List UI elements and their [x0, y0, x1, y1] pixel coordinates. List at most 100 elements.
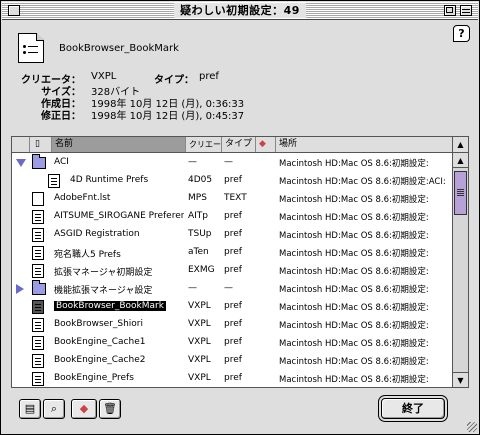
list-row[interactable]: BookBrowser_Shiori VXPL pref Macintosh HD:M… — [12, 316, 454, 334]
row-place: Macintosh HD:Mac OS 8.6:初期設定: — [279, 375, 429, 385]
row-creator: VXPL — [188, 337, 211, 347]
file-name: BookBrowser_BookMark — [59, 43, 179, 54]
document-icon: ▯ — [35, 139, 40, 149]
row-creator: aTen — [188, 247, 209, 257]
document-icon — [32, 264, 44, 278]
list-row[interactable]: 拡張マネージャ初期設定 EXMG pref Macintosh HD:Mac OS 8… — [12, 262, 454, 280]
row-name: AITSUME_SIROGANE Preferences — [54, 211, 184, 221]
help-button[interactable]: ? — [453, 25, 470, 42]
document-icon — [48, 174, 60, 188]
list-row[interactable]: BookEngine_Cache1 VXPL pref Macintosh HD:Ma… — [12, 334, 454, 352]
row-type: — — [224, 157, 233, 167]
list-row[interactable]: 機能拡張マネージャ設定 — — Macintosh HD:Mac OS 8.6:初期設… — [12, 280, 454, 298]
row-name: BookEngine_Cache1 — [54, 337, 146, 347]
row-creator: MPS — [188, 193, 207, 203]
row-creator: AITp — [188, 211, 209, 221]
row-place: Macintosh HD:Mac OS 8.6:初期設定: — [279, 267, 429, 277]
list-row[interactable]: BookEngine_Cache2 VXPL pref Macintosh HD:Ma… — [12, 352, 454, 370]
row-type: pref — [224, 319, 242, 329]
row-name: BookEngine_Prefs — [54, 373, 134, 383]
scroll-thumb[interactable] — [454, 171, 467, 215]
list-rows: ACI — — Macintosh HD:Mac OS 8.6:初期設定: 4D Run… — [12, 154, 454, 387]
document-icon — [32, 246, 44, 260]
row-name: BookBrowser_BookMark — [54, 301, 166, 311]
row-type: pref — [224, 265, 242, 275]
document-icon — [32, 210, 44, 224]
row-type: TEXT — [224, 193, 247, 203]
show-in-finder-button[interactable]: ⌕ — [43, 399, 65, 419]
done-button[interactable]: 終了 — [381, 398, 445, 419]
label-button[interactable]: ◆ — [71, 399, 97, 419]
list-header: ▯ 名前 クリエータ タイプ ◆ 場所 — [12, 137, 454, 153]
disclosure-triangle-open[interactable] — [16, 159, 26, 167]
row-place: Macintosh HD:Mac OS 8.6:初期設定: — [279, 285, 429, 295]
list-row[interactable]: 4D Runtime Prefs 4D05 pref Macintosh HD:Mac… — [12, 172, 454, 190]
modified-label: 修正日： — [41, 111, 81, 122]
scroll-down-arrow[interactable]: ▼ — [453, 372, 468, 387]
resize-grip[interactable] — [465, 420, 477, 432]
row-name: AdobeFnt.lst — [54, 193, 111, 203]
list-row[interactable]: AITSUME_SIROGANE Preferences AITp pref Maci… — [12, 208, 454, 226]
row-name: BookBrowser_Shiori — [54, 319, 143, 329]
header-name[interactable]: 名前 — [52, 137, 186, 152]
header-kind-column[interactable]: ▯ — [30, 137, 52, 152]
trash-icon: 🗑 — [103, 402, 117, 415]
document-icon — [18, 33, 44, 63]
document-icon — [32, 336, 44, 350]
vertical-scrollbar[interactable]: ▲ ▼ — [452, 153, 468, 387]
list-row[interactable]: BookBrowser_BookMark VXPL pref Macintosh HD… — [12, 298, 454, 316]
document-icon — [32, 228, 44, 242]
close-box[interactable] — [8, 5, 20, 16]
row-type: pref — [224, 247, 242, 257]
collapse-box[interactable] — [460, 5, 472, 16]
row-place: Macintosh HD:Mac OS 8.6:初期設定: — [279, 321, 429, 331]
zoom-box[interactable] — [444, 5, 456, 16]
row-creator: — — [188, 157, 197, 167]
folder-icon — [32, 154, 46, 169]
row-name: ACI — [54, 157, 69, 167]
row-type: pref — [224, 373, 242, 383]
row-place: Macintosh HD:Mac OS 8.6:初期設定: — [279, 357, 429, 367]
row-place: Macintosh HD:Mac OS 8.6:初期設定: — [279, 159, 429, 169]
info-icon: ▤ — [24, 402, 36, 415]
list-row[interactable]: BookEngine_Prefs VXPL pref Macintosh HD:Mac… — [12, 370, 454, 387]
header-type[interactable]: タイプ — [222, 137, 256, 152]
row-type: — — [224, 283, 233, 293]
row-type: pref — [224, 211, 242, 221]
text-file-icon — [32, 192, 44, 206]
document-icon — [32, 372, 44, 386]
disclosure-triangle-closed[interactable] — [16, 284, 24, 294]
row-name: 4D Runtime Prefs — [70, 175, 149, 185]
row-creator: VXPL — [188, 355, 211, 365]
row-name: ASGID Registration — [54, 229, 140, 239]
scroll-up-arrow[interactable]: ▲ — [453, 153, 468, 168]
document-icon — [32, 354, 44, 368]
document-icon — [32, 318, 44, 332]
file-list[interactable]: ▯ 名前 クリエータ タイプ ◆ 場所 ▲ ACI — — Macintosh HD:… — [11, 136, 469, 388]
row-place: Macintosh HD:Mac OS 8.6:初期設定: — [279, 213, 429, 223]
row-place: Macintosh HD:Mac OS 8.6:初期設定: — [279, 249, 429, 259]
row-creator: VXPL — [188, 301, 211, 311]
sort-direction-button[interactable]: ▲ — [452, 137, 468, 153]
row-place: Macintosh HD:Mac OS 8.6:初期設定: — [279, 339, 429, 349]
header-place[interactable]: 場所 — [276, 137, 454, 152]
creator-value: VXPL — [91, 71, 117, 82]
get-info-button[interactable]: ▤ — [19, 399, 41, 419]
header-creator[interactable]: クリエータ — [186, 137, 222, 152]
row-creator: 4D05 — [188, 175, 213, 185]
list-row[interactable]: 宛名職人5 Prefs aTen pref Macintosh HD:Mac OS 8… — [12, 244, 454, 262]
modified-value: 1998年 10月 12日 (月), 0:45:37 — [91, 111, 245, 122]
type-label: タイプ： — [154, 75, 194, 86]
label-icon: ◆ — [259, 139, 266, 149]
list-row[interactable]: ACI — — Macintosh HD:Mac OS 8.6:初期設定: — [12, 154, 454, 172]
row-name: 宛名職人5 Prefs — [54, 250, 121, 260]
header-label-column[interactable]: ◆ — [256, 137, 276, 152]
row-name: BookEngine_Cache2 — [54, 355, 146, 365]
row-type: pref — [224, 301, 242, 311]
list-row[interactable]: ASGID Registration TSUp pref Macintosh HD:M… — [12, 226, 454, 244]
title-bar[interactable]: 疑わしい初期設定：49 — [2, 2, 478, 20]
trash-button[interactable]: 🗑 — [99, 399, 121, 419]
row-type: pref — [224, 175, 242, 185]
list-row[interactable]: AdobeFnt.lst MPS TEXT Macintosh HD:Mac OS 8… — [12, 190, 454, 208]
document-icon — [32, 300, 44, 314]
